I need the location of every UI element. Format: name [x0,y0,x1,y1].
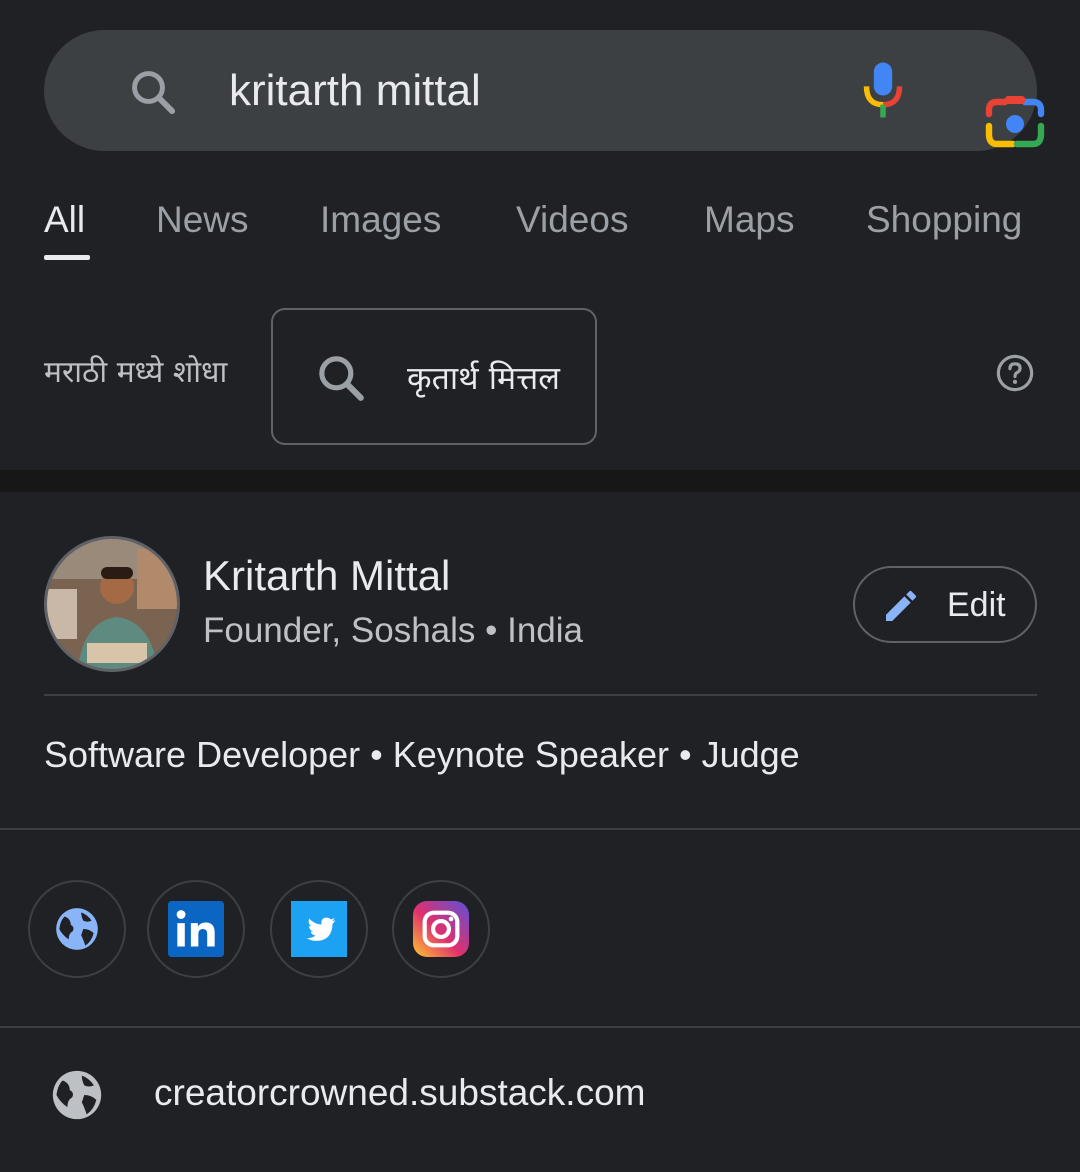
pencil-icon [886,590,917,621]
section-divider [0,470,1080,492]
tab-images[interactable]: Images [320,199,441,241]
profile-subtitle: Founder, Soshals • India [203,611,583,650]
active-tab-indicator [44,255,90,260]
search-icon [132,71,176,115]
transliteration-suggestion: कृतार्थ मित्तल [407,359,560,397]
microphone-icon[interactable] [861,60,905,120]
avatar-photo [47,539,177,669]
instagram-icon [413,901,469,957]
search-icon [319,356,364,401]
search-tabs: All News Images Videos Maps Shopping [0,185,1080,275]
social-link-website[interactable] [28,880,126,978]
transliteration-chip[interactable]: कृतार्थ मित्तल [271,308,597,445]
tab-all[interactable]: All [44,199,85,241]
twitter-icon [291,901,347,957]
transliteration-label: मराठी मध्ये शोधा [44,355,228,390]
social-link-instagram[interactable] [392,880,490,978]
help-icon[interactable] [996,354,1034,392]
divider [0,828,1080,830]
divider [0,1026,1080,1028]
edit-button[interactable]: Edit [853,566,1037,643]
website-url[interactable]: creatorcrowned.substack.com [154,1072,645,1114]
divider [44,694,1037,696]
globe-icon [52,1070,102,1120]
edit-label: Edit [947,586,1006,624]
search-bar[interactable]: kritarth mittal [44,30,1045,151]
tab-videos[interactable]: Videos [516,199,628,241]
tab-maps[interactable]: Maps [704,199,794,241]
website-link[interactable]: creatorcrowned.substack.com [0,1052,1080,1136]
globe-icon [56,908,98,950]
tab-news[interactable]: News [156,199,249,241]
linkedin-icon [168,901,224,957]
search-input[interactable]: kritarth mittal [229,30,481,151]
profile-card: Kritarth Mittal Founder, Soshals • India… [0,492,1080,1172]
social-link-linkedin[interactable] [147,880,245,978]
social-link-twitter[interactable] [270,880,368,978]
profile-name: Kritarth Mittal [203,552,451,599]
google-lens-icon[interactable] [985,94,1045,150]
avatar[interactable] [44,536,180,672]
tab-shopping[interactable]: Shopping [866,199,1022,241]
profile-tagline: Software Developer • Keynote Speaker • J… [44,734,800,775]
